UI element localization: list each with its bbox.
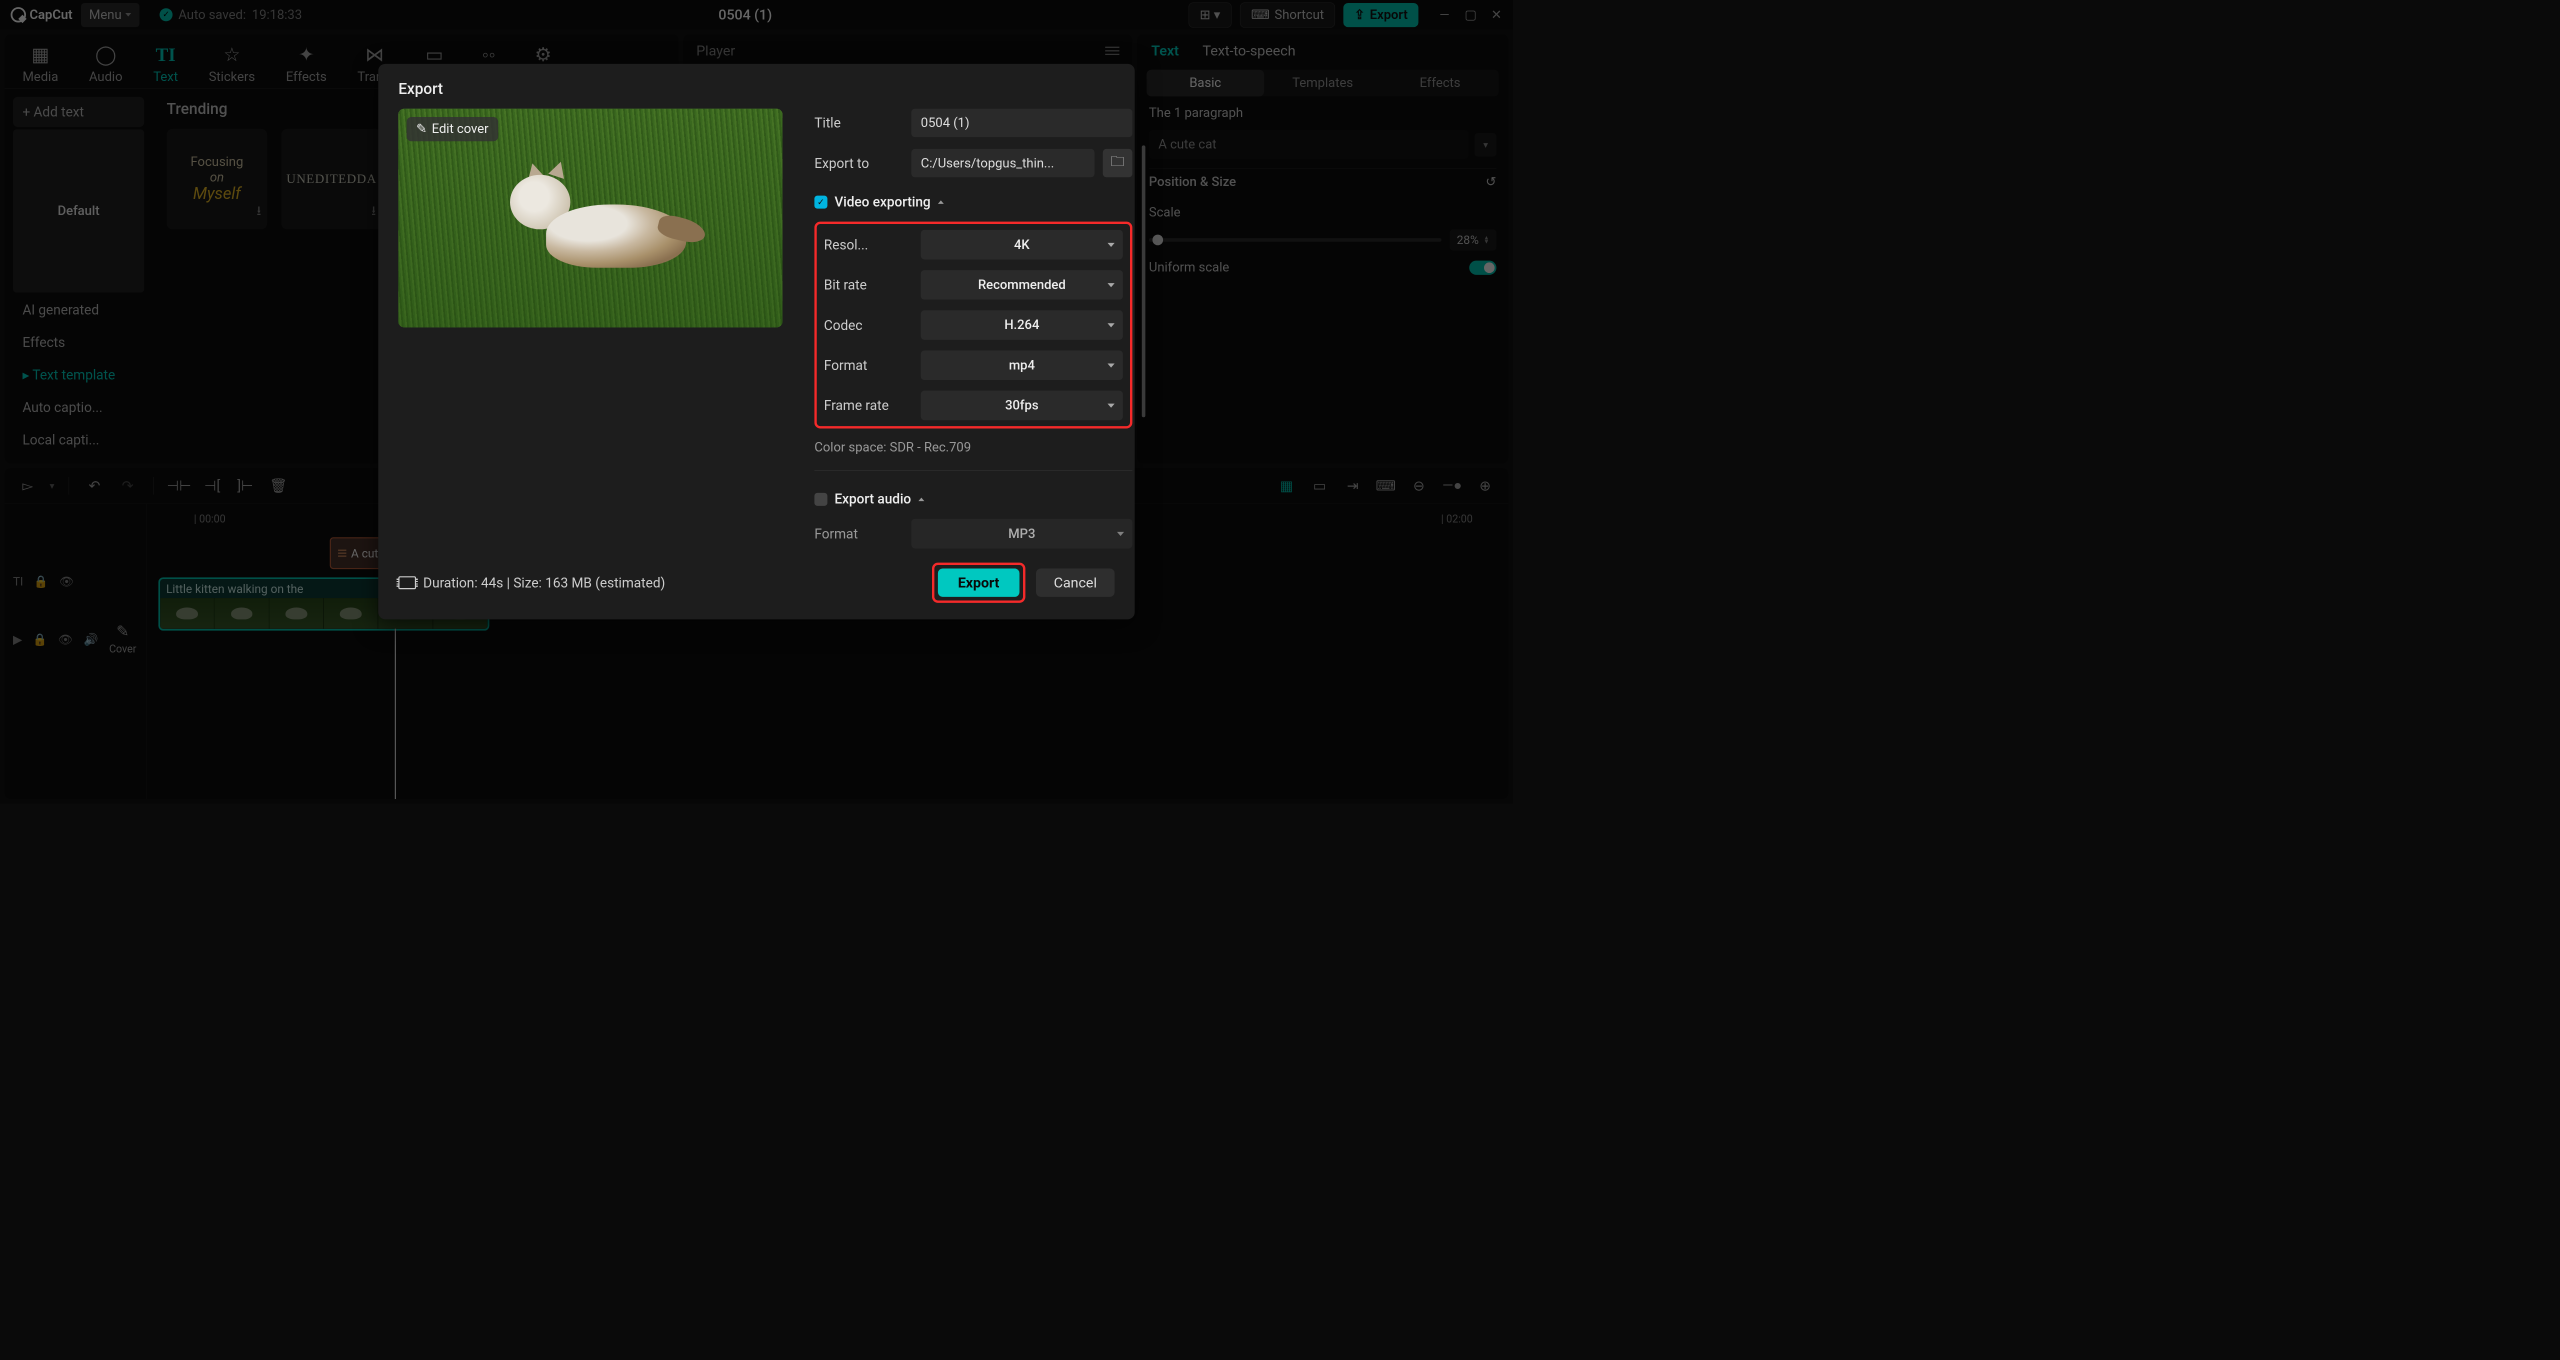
video-exporting-checkbox[interactable]: ✓ (814, 195, 827, 208)
chevron-down-icon (1117, 532, 1124, 536)
pencil-icon: ✎ (416, 122, 427, 137)
video-exporting-header[interactable]: ✓ Video exporting (814, 194, 1132, 210)
export-title-input[interactable] (911, 109, 1132, 137)
codec-label: Codec (824, 317, 913, 333)
scrollbar[interactable] (1142, 145, 1146, 417)
video-format-label: Format (824, 357, 913, 373)
export-path-input[interactable] (911, 149, 1094, 177)
highlighted-video-settings: Resol... 4K Bit rate Recommended Codec H… (814, 222, 1132, 429)
framerate-select[interactable]: 30fps (921, 391, 1123, 421)
cat-illustration (498, 166, 698, 280)
resolution-label: Resol... (824, 237, 913, 253)
caret-up-icon (918, 497, 924, 501)
chevron-down-icon (1108, 403, 1115, 407)
chevron-down-icon (1108, 243, 1115, 247)
audio-format-label: Format (814, 526, 903, 542)
export-path-label: Export to (814, 155, 903, 171)
resolution-select[interactable]: 4K (921, 230, 1123, 260)
chevron-down-icon (1108, 323, 1115, 327)
framerate-label: Frame rate (824, 397, 913, 413)
audio-format-select[interactable]: MP3 (911, 519, 1132, 549)
film-icon (398, 576, 416, 589)
export-modal-title: Export (398, 80, 1114, 98)
cover-preview: ✎ Edit cover (398, 109, 782, 328)
export-audio-checkbox[interactable] (814, 493, 827, 506)
export-cancel-button[interactable]: Cancel (1036, 569, 1115, 597)
folder-icon: 🗀 (1110, 151, 1124, 175)
export-footer-info: Duration: 44s | Size: 163 MB (estimated) (398, 575, 665, 591)
browse-folder-button[interactable]: 🗀 (1103, 149, 1133, 177)
highlighted-export-button: Export (932, 563, 1026, 603)
chevron-down-icon (1108, 363, 1115, 367)
video-format-select[interactable]: mp4 (921, 350, 1123, 380)
codec-select[interactable]: H.264 (921, 310, 1123, 340)
edit-cover-button[interactable]: ✎ Edit cover (407, 117, 498, 141)
bitrate-label: Bit rate (824, 277, 913, 293)
export-confirm-button[interactable]: Export (938, 569, 1020, 597)
export-title-label: Title (814, 115, 903, 131)
bitrate-select[interactable]: Recommended (921, 270, 1123, 300)
colorspace-info: Color space: SDR - Rec.709 (814, 440, 1132, 455)
chevron-down-icon (1108, 283, 1115, 287)
export-audio-header[interactable]: Export audio (814, 491, 1132, 507)
export-modal: Export ✎ Edit cover (378, 64, 1134, 620)
modal-backdrop[interactable]: Export ✎ Edit cover (0, 0, 1513, 804)
caret-up-icon (938, 200, 944, 204)
